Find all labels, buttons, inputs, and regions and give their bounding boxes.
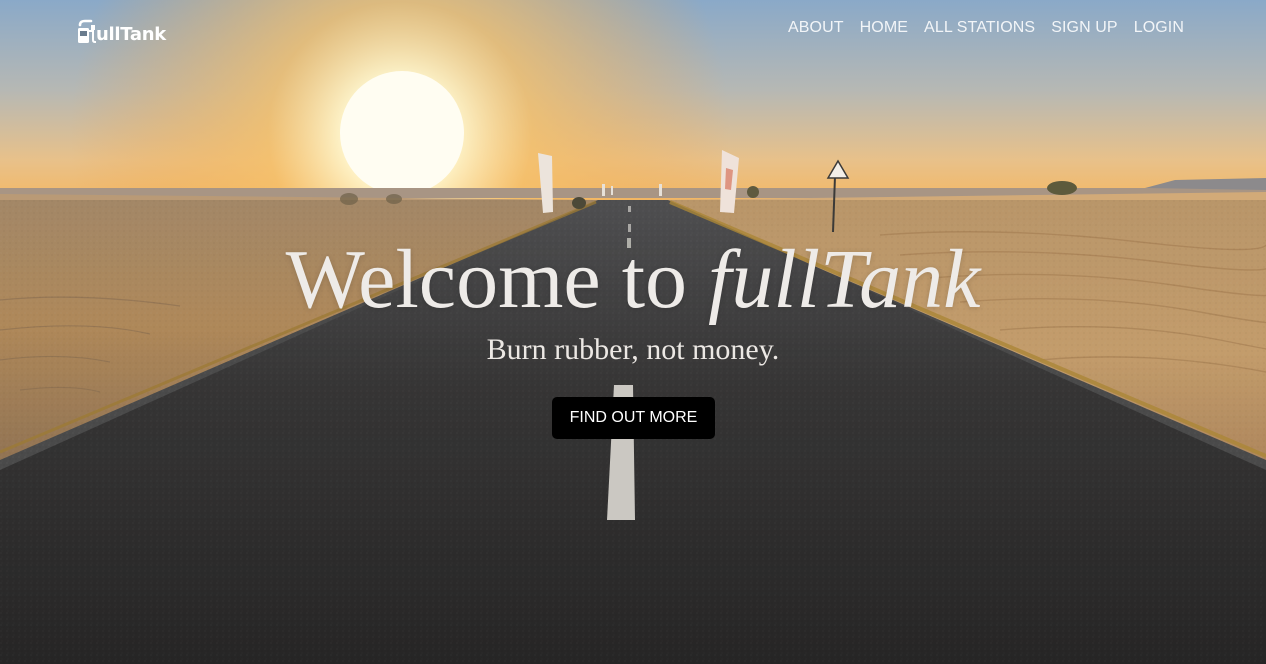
nav-home-link[interactable]: HOME — [860, 18, 908, 38]
top-navbar: ullTank ABOUT HOME ALL STATIONS SIGN UP … — [0, 0, 1266, 60]
nav-login-link[interactable]: LOGIN — [1134, 18, 1184, 38]
nav-menu: ABOUT HOME ALL STATIONS SIGN UP LOGIN — [788, 18, 1184, 38]
nav-sign-up-link[interactable]: SIGN UP — [1051, 18, 1118, 38]
hero-title-prefix: Welcome to — [285, 233, 709, 326]
nav-all-stations-link[interactable]: ALL STATIONS — [924, 18, 1035, 38]
fuel-pump-icon — [78, 19, 96, 43]
hero-section: ullTank ABOUT HOME ALL STATIONS SIGN UP … — [0, 0, 1266, 664]
find-out-more-button[interactable]: FIND OUT MORE — [552, 397, 715, 439]
nav-about-link[interactable]: ABOUT — [788, 18, 844, 38]
brand-logo[interactable]: ullTank — [76, 18, 166, 46]
hero-subtitle: Burn rubber, not money. — [486, 333, 780, 366]
hero-title: Welcome to fullTank — [0, 232, 1266, 328]
brand-name: ullTank — [96, 23, 166, 45]
hero-title-brand: fullTank — [708, 233, 981, 326]
